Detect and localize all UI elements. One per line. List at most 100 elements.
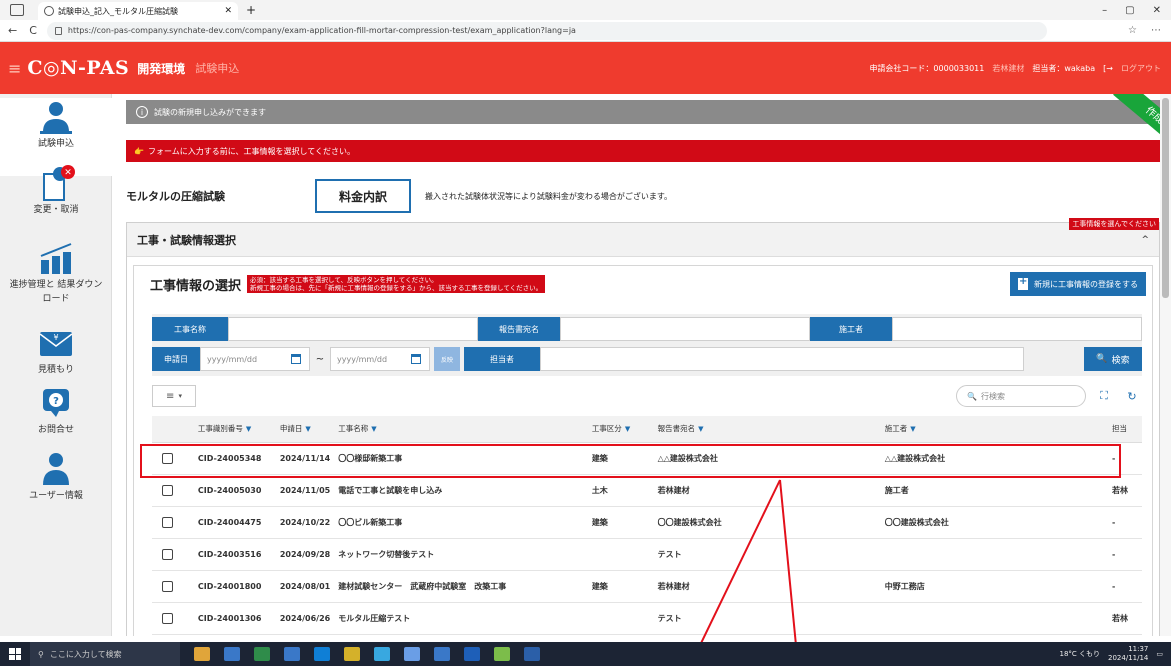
browser-tab[interactable]: 試験申込_記入_モルタル圧縮試験 ✕	[38, 2, 238, 20]
taskbar-search[interactable]: ⚲ ここに入力して検索	[30, 642, 180, 666]
sidebar-item-user-info[interactable]: ユーザー情報	[0, 450, 112, 510]
sidebar-item-label: お問合せ	[37, 425, 74, 435]
cell-contractor	[876, 602, 1104, 635]
new-construction-button[interactable]: 新規に工事情報の登録をする	[1010, 272, 1146, 296]
cell-name: モルタル圧縮テスト	[330, 602, 584, 635]
sort-icon[interactable]: ▼	[246, 425, 251, 433]
collapse-icon[interactable]: ^	[1141, 235, 1149, 245]
tab-title: 試験申込_記入_モルタル圧縮試験	[58, 6, 178, 16]
search-button[interactable]: 🔍 検索	[1084, 347, 1142, 371]
sort-icon[interactable]: ▼	[371, 425, 376, 433]
maximize-button[interactable]: ▢	[1125, 5, 1134, 16]
app-header: ≡ C◎N-PAS 開発環境 試験申込 申請会社コード：0000033011 若…	[0, 42, 1171, 94]
favorite-icon[interactable]: ☆	[1128, 25, 1137, 36]
sidebar-item-estimate[interactable]: ¥ 見積もり	[0, 324, 112, 376]
person-in-charge-label: 担当者	[464, 347, 540, 371]
weather-status[interactable]: 18°C くもり	[1059, 649, 1100, 659]
settings-more-icon[interactable]: ⋯	[1151, 25, 1161, 36]
fullscreen-icon[interactable]: ⛶	[1094, 389, 1114, 403]
fee-breakdown-button[interactable]: 料金内訳	[315, 179, 411, 213]
header-report-addressee[interactable]: 報告書宛名 ▼	[649, 416, 877, 443]
page-scrollbar[interactable]	[1160, 94, 1171, 636]
cell-date: 2024/09/28	[271, 538, 331, 571]
header-construction-type[interactable]: 工事区分 ▼	[583, 416, 650, 443]
construction-name-input[interactable]	[228, 317, 478, 341]
folder-icon[interactable]	[194, 647, 210, 661]
new-tab-button[interactable]: +	[246, 3, 256, 17]
app-icon[interactable]	[434, 647, 450, 661]
header-construction-name[interactable]: 工事名称 ▼	[330, 416, 584, 443]
app-icon[interactable]	[464, 647, 480, 661]
panel-header[interactable]: 工事・試験情報選択 工事情報を選んでください ^	[127, 218, 1159, 257]
construction-info-panel: 工事・試験情報選択 工事情報を選んでください ^ 工事情報の選択 必須：該当する…	[126, 218, 1160, 636]
calendar-icon[interactable]	[411, 354, 421, 364]
sidebar-item-contact[interactable]: ? お問合せ	[0, 384, 112, 438]
header-construction-id[interactable]: 工事識別番号 ▼	[189, 416, 272, 443]
back-button[interactable]: ←	[8, 24, 17, 37]
apply-date-button[interactable]: 反映	[434, 347, 460, 371]
row-checkbox[interactable]	[162, 548, 173, 560]
table-row[interactable]: CID-24004475 2024/10/22 〇〇ビル新築工事 建築 〇〇建設…	[152, 506, 1142, 539]
header-person[interactable]: 担当	[1104, 416, 1142, 443]
app-icon[interactable]	[224, 647, 240, 661]
row-checkbox[interactable]	[162, 452, 173, 464]
word-icon[interactable]	[524, 647, 540, 661]
question-icon: ?	[36, 384, 76, 422]
reload-button[interactable]: C	[29, 24, 37, 37]
sort-icon[interactable]: ▼	[305, 425, 310, 433]
row-checkbox[interactable]	[162, 484, 173, 496]
table-row[interactable]: CID-24005030 2024/11/05 電話で工事と試験を申し込み 土木…	[152, 474, 1142, 507]
lock-icon	[54, 26, 62, 35]
app-icon[interactable]	[494, 647, 510, 661]
app-icon[interactable]	[314, 647, 330, 661]
sidebar-item-label: 変更・取消	[33, 205, 79, 215]
header-contractor[interactable]: 施工者 ▼	[876, 416, 1104, 443]
refresh-icon[interactable]: ↻	[1122, 390, 1142, 403]
edge-icon[interactable]	[374, 647, 390, 661]
menu-icon[interactable]: ≡	[8, 59, 21, 78]
sort-icon[interactable]: ▼	[698, 425, 703, 433]
header-label: 工事識別番号	[197, 424, 243, 434]
minimize-button[interactable]: –	[1102, 5, 1107, 16]
row-checkbox[interactable]	[162, 516, 173, 528]
close-window-button[interactable]: ✕	[1153, 5, 1161, 16]
table-row[interactable]: CID-24001306 2024/06/26 モルタル圧縮テスト テスト 若林	[152, 602, 1142, 635]
person-in-charge-input[interactable]	[540, 347, 1024, 371]
header-application-date[interactable]: 申請日 ▼	[271, 416, 331, 443]
calendar-icon[interactable]	[291, 354, 301, 364]
window-icon[interactable]	[10, 4, 24, 16]
start-button[interactable]	[0, 648, 30, 660]
logout-icon[interactable]: [→	[1103, 64, 1113, 73]
taskbar-apps	[194, 647, 540, 661]
url-field[interactable]: https://con-pas-company.synchate-dev.com…	[46, 21, 1047, 40]
row-checkbox[interactable]	[162, 580, 173, 592]
row-search-input[interactable]: 🔍 行検索	[956, 385, 1086, 407]
app-icon[interactable]	[404, 647, 420, 661]
date-to-input[interactable]: yyyy/mm/dd	[330, 347, 430, 371]
close-tab-icon[interactable]: ✕	[224, 6, 232, 16]
report-addressee-input[interactable]	[560, 317, 810, 341]
app-icon[interactable]	[344, 647, 360, 661]
sort-icon[interactable]: ▼	[910, 425, 915, 433]
row-checkbox[interactable]	[162, 612, 173, 624]
app-icon[interactable]	[284, 647, 300, 661]
column-menu-button[interactable]: ≡ ▾	[152, 385, 196, 407]
app-logo[interactable]: C◎N-PAS	[27, 57, 129, 79]
date-from-input[interactable]: yyyy/mm/dd	[200, 347, 310, 371]
url-text: https://con-pas-company.synchate-dev.com…	[67, 26, 576, 35]
sidebar-item-progress[interactable]: 進捗管理と 結果ダウンロード	[0, 240, 112, 310]
cell-date: 2024/06/26	[271, 602, 331, 635]
notification-icon[interactable]: ▭	[1156, 650, 1163, 658]
scrollbar-thumb[interactable]	[1162, 98, 1169, 298]
sort-icon[interactable]: ▼	[625, 425, 630, 433]
table-row[interactable]: CID-24001800 2024/08/01 建材試験センター 武蔵府中試験室…	[152, 570, 1142, 603]
required-note: 必須：該当する工事を選択して、反映ボタンを押してください。 新規工事の場合は、先…	[247, 275, 546, 293]
sidebar-item-change[interactable]: ✕ 変更・取消	[0, 164, 112, 226]
search-icon: 🔍	[967, 391, 977, 401]
table-row[interactable]: CID-24005348 2024/11/14 〇〇様邸新築工事 建築 △△建設…	[152, 442, 1142, 475]
contractor-input[interactable]	[892, 317, 1142, 341]
clock[interactable]: 11:37 2024/11/14	[1108, 645, 1148, 663]
logout-link[interactable]: ログアウト	[1121, 63, 1161, 74]
app-icon[interactable]	[254, 647, 270, 661]
table-row[interactable]: CID-24003516 2024/09/28 ネットワーク切替後テスト テスト…	[152, 538, 1142, 571]
